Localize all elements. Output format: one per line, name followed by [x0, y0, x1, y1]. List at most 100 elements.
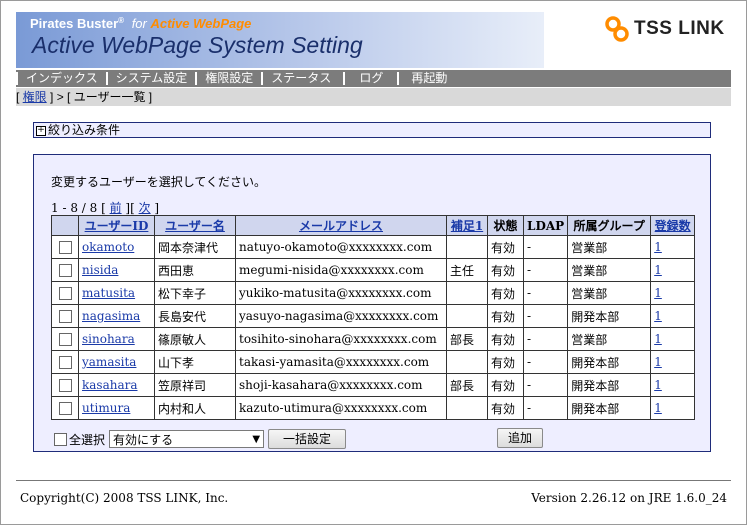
pager-next-link[interactable]: 次	[139, 201, 151, 215]
main-menu: インデックス システム設定 権限設定 ステータス ログ 再起動	[16, 70, 731, 87]
userid-link[interactable]: matusita	[82, 286, 135, 300]
email-cell: tosihito-sinohara@xxxxxxxx.com	[235, 327, 447, 351]
userid-cell: utimura	[78, 396, 155, 420]
group-cell: 開発本部	[567, 373, 652, 397]
status-cell: 有効	[487, 396, 524, 420]
copyright-text: Copyright(C) 2008 TSS LINK, Inc.	[20, 491, 229, 505]
row-checkbox[interactable]	[58, 333, 72, 346]
user-table-body: okamoto 岡本奈津代 natuyo-okamoto@xxxxxxxx.co…	[51, 235, 696, 420]
sort-email-link[interactable]: メールアドレス	[299, 219, 383, 233]
logo-text: TSS LINK	[634, 18, 725, 39]
userid-link[interactable]: kasahara	[82, 378, 138, 392]
row-checkbox[interactable]	[58, 241, 72, 254]
count-link[interactable]: 1	[654, 332, 662, 346]
username-cell: 長島安代	[154, 304, 236, 328]
group-cell: 開発本部	[567, 396, 652, 420]
brand-product: Active WebPage	[150, 16, 252, 31]
status-cell: 有効	[487, 373, 524, 397]
pager-prev-link[interactable]: 前	[110, 201, 122, 215]
count-link[interactable]: 1	[654, 286, 662, 300]
count-link[interactable]: 1	[654, 378, 662, 392]
sort-count-link[interactable]: 登録数	[655, 219, 691, 233]
table-row: nisida 西田恵 megumi-nisida@xxxxxxxx.com 主任…	[51, 258, 696, 282]
menu-item-system-settings[interactable]: システム設定	[105, 72, 196, 85]
note-cell: 部長	[446, 327, 488, 351]
userid-link[interactable]: sinohara	[82, 332, 135, 346]
menu-item-restart[interactable]: 再起動	[397, 72, 459, 85]
bulk-apply-button[interactable]: 一括設定	[268, 429, 347, 449]
status-cell: 有効	[487, 350, 524, 374]
brand-name: Pirates Buster	[30, 16, 119, 31]
col-email[interactable]: メールアドレス	[235, 215, 447, 236]
header-banner: Pirates Buster® for Active WebPage Activ…	[16, 12, 544, 68]
ldap-cell: -	[522, 327, 569, 351]
count-link[interactable]: 1	[654, 401, 662, 415]
col-note[interactable]: 補足1	[446, 215, 488, 236]
filter-label[interactable]: 絞り込み条件	[48, 123, 120, 137]
row-checkbox-cell	[51, 350, 79, 374]
sort-userid-link[interactable]: ユーザーID	[85, 219, 149, 233]
userid-cell: nagasima	[78, 304, 155, 328]
col-userid[interactable]: ユーザーID	[78, 215, 155, 236]
menu-item-permissions[interactable]: 権限設定	[195, 72, 261, 85]
col-status: 状態	[487, 215, 524, 236]
table-row: sinohara 篠原敏人 tosihito-sinohara@xxxxxxxx…	[51, 327, 696, 351]
userid-link[interactable]: utimura	[82, 401, 130, 415]
filter-section[interactable]: + 絞り込み条件	[33, 122, 711, 138]
expand-plus-icon[interactable]: +	[36, 125, 46, 136]
row-checkbox[interactable]	[58, 356, 72, 369]
row-checkbox-cell	[51, 396, 79, 420]
userid-link[interactable]: okamoto	[82, 240, 134, 254]
row-checkbox[interactable]	[58, 287, 72, 300]
col-username[interactable]: ユーザー名	[154, 215, 236, 236]
action-select[interactable]: 有効にする ▼	[109, 430, 265, 448]
count-link[interactable]: 1	[654, 355, 662, 369]
note-cell: 主任	[446, 258, 488, 282]
username-cell: 岡本奈津代	[154, 235, 236, 259]
note-cell	[446, 281, 488, 305]
row-checkbox[interactable]	[58, 310, 72, 323]
table-row: matusita 松下幸子 yukiko-matusita@xxxxxxxx.c…	[51, 281, 696, 305]
userid-link[interactable]: yamasita	[82, 355, 136, 369]
userid-link[interactable]: nagasima	[82, 309, 140, 323]
select-all-checkbox[interactable]	[54, 432, 67, 446]
note-cell: 部長	[446, 373, 488, 397]
userid-cell: okamoto	[78, 235, 155, 259]
count-cell: 1	[650, 327, 696, 351]
row-checkbox-cell	[51, 373, 79, 397]
count-link[interactable]: 1	[654, 240, 662, 254]
group-cell: 営業部	[567, 258, 652, 282]
menu-item-log[interactable]: ログ	[343, 72, 397, 85]
sort-username-link[interactable]: ユーザー名	[165, 219, 225, 233]
select-all-label[interactable]: 全選択	[69, 431, 105, 448]
username-cell: 松下幸子	[154, 281, 236, 305]
table-row: utimura 内村和人 kazuto-utimura@xxxxxxxx.com…	[51, 396, 696, 420]
username-cell: 内村和人	[154, 396, 236, 420]
ldap-cell: -	[522, 235, 569, 259]
add-user-button[interactable]: 追加	[497, 428, 544, 448]
menu-item-index[interactable]: インデックス	[16, 72, 106, 85]
breadcrumb-link-permissions[interactable]: 権限	[23, 90, 47, 104]
col-count[interactable]: 登録数	[650, 215, 696, 236]
ldap-cell: -	[522, 258, 569, 282]
col-select	[51, 215, 79, 236]
row-checkbox-cell	[51, 235, 79, 259]
email-cell: yukiko-matusita@xxxxxxxx.com	[235, 281, 447, 305]
email-cell: megumi-nisida@xxxxxxxx.com	[235, 258, 447, 282]
row-checkbox-cell	[51, 281, 79, 305]
count-link[interactable]: 1	[654, 309, 662, 323]
userid-cell: yamasita	[78, 350, 155, 374]
row-checkbox[interactable]	[58, 379, 72, 392]
menu-item-status[interactable]: ステータス	[261, 72, 343, 85]
count-link[interactable]: 1	[654, 263, 662, 277]
userid-cell: sinohara	[78, 327, 155, 351]
userid-link[interactable]: nisida	[82, 263, 118, 277]
user-list-panel: 変更するユーザーを選択してください。 1 - 8 / 8 [ 前 ][ 次 ] …	[33, 154, 711, 452]
row-checkbox-cell	[51, 258, 79, 282]
row-checkbox[interactable]	[58, 402, 72, 415]
email-cell: takasi-yamasita@xxxxxxxx.com	[235, 350, 447, 374]
sort-note-link[interactable]: 補足1	[451, 219, 483, 233]
registered-mark: ®	[118, 16, 125, 25]
row-checkbox[interactable]	[58, 264, 72, 277]
ldap-cell: -	[522, 281, 569, 305]
